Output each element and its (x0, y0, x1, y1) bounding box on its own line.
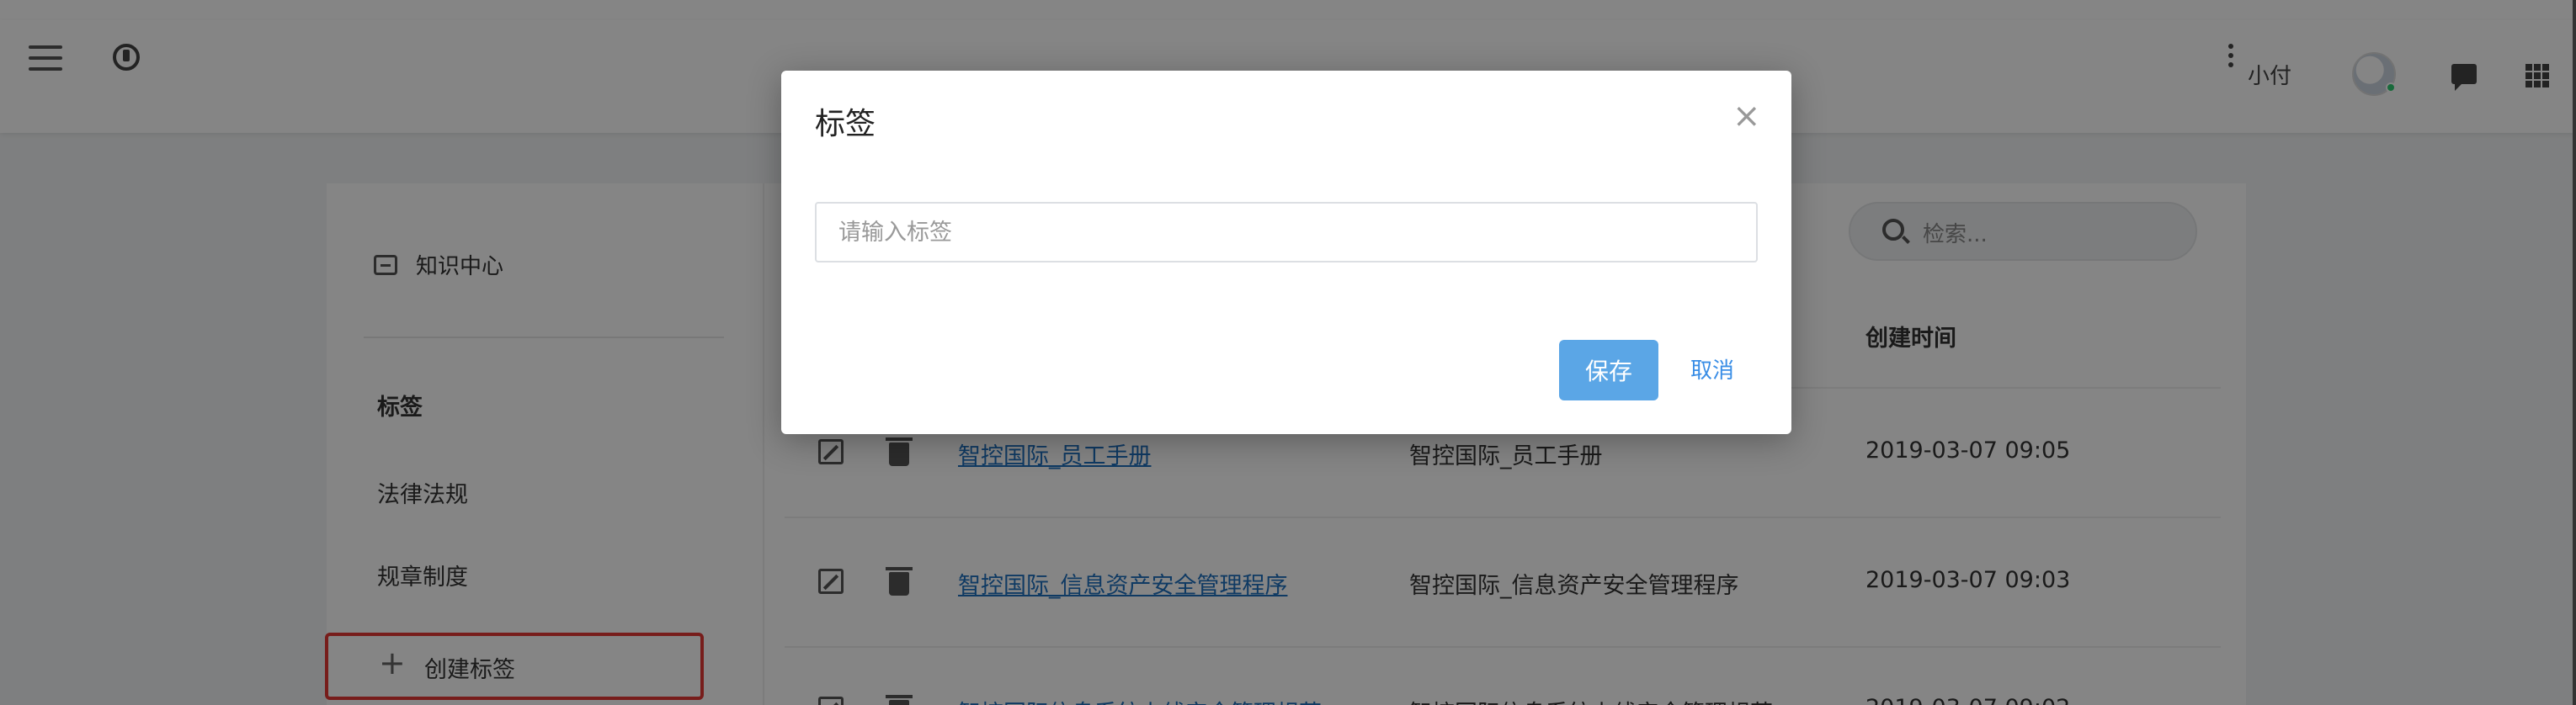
cancel-button[interactable]: 取消 (1690, 353, 1734, 384)
save-button[interactable]: 保存 (1559, 340, 1658, 400)
close-icon[interactable]: × (1732, 99, 1761, 133)
tag-dialog: 标签 × 保存 取消 (781, 71, 1791, 434)
dialog-title: 标签 (815, 107, 876, 141)
window-edge (2573, 0, 2576, 705)
tag-input[interactable] (815, 202, 1758, 262)
